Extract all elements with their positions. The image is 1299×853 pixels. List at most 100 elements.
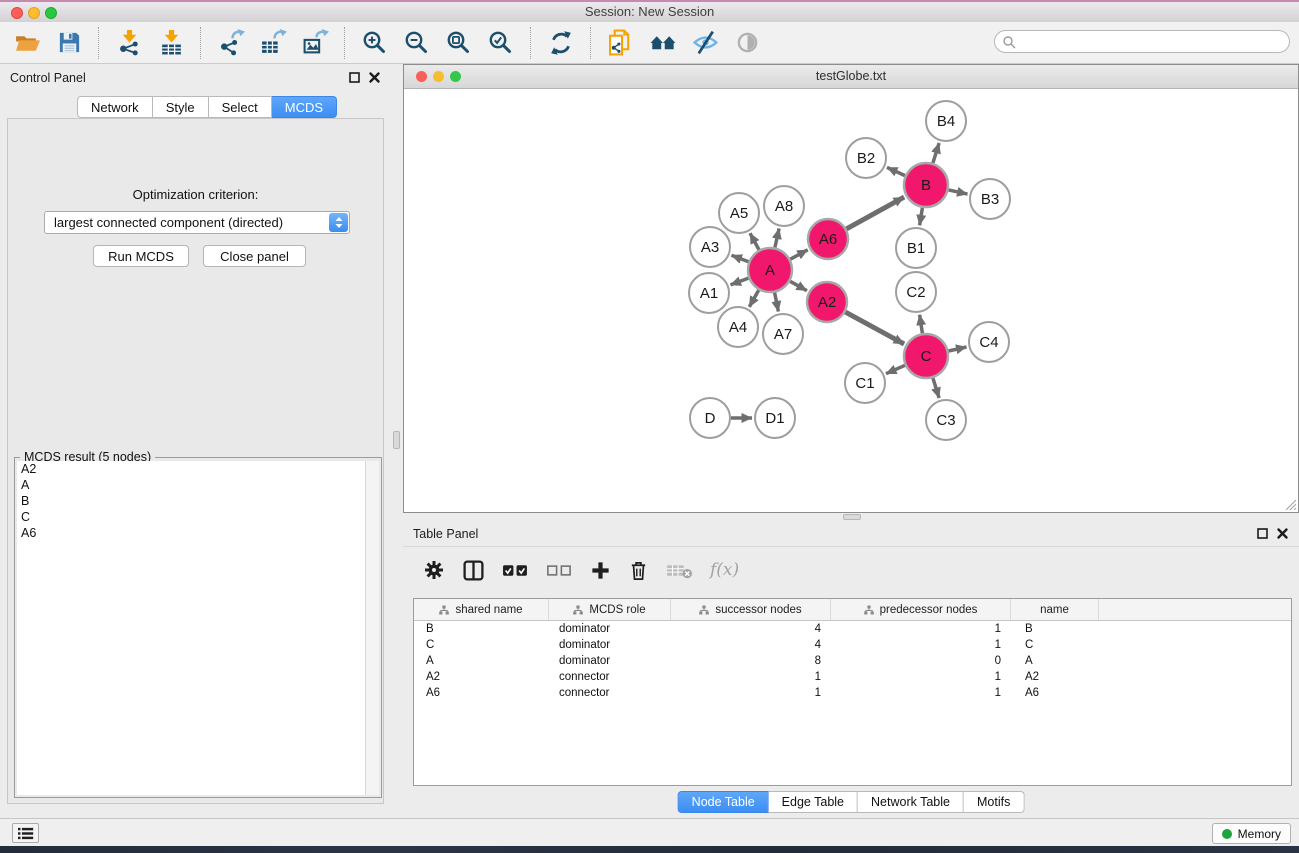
graph-edge[interactable] <box>933 143 939 163</box>
export-network-button[interactable] <box>213 25 249 61</box>
close-panel-action-button[interactable]: Close panel <box>203 245 306 267</box>
houses-icon <box>650 29 677 56</box>
tab-edge-table[interactable]: Edge Table <box>769 791 858 813</box>
zoom-fit-button[interactable] <box>441 25 477 61</box>
save-session-button[interactable] <box>51 25 87 61</box>
graph-edge[interactable] <box>920 208 923 226</box>
open-session-button[interactable] <box>9 25 45 61</box>
graph-edge[interactable] <box>933 378 939 398</box>
export-table-button[interactable] <box>255 25 291 61</box>
memory-button[interactable]: Memory <box>1212 823 1291 844</box>
table-row[interactable]: A6connector11A6 <box>414 685 1291 701</box>
zoom-in-button[interactable] <box>357 25 393 61</box>
home-first-neighbors-button[interactable] <box>645 25 681 61</box>
graph-edge[interactable] <box>846 197 904 229</box>
graph-edge[interactable] <box>845 312 904 344</box>
resize-grip[interactable] <box>1283 497 1297 511</box>
control-panel-title: Control Panel <box>10 71 86 85</box>
tab-select[interactable]: Select <box>209 96 272 118</box>
table-float-button[interactable] <box>1256 527 1269 540</box>
graph-edge[interactable] <box>949 190 968 194</box>
tab-motifs[interactable]: Motifs <box>964 791 1024 813</box>
table-row[interactable]: A2connector11A2 <box>414 669 1291 685</box>
column-header-name[interactable]: name <box>1011 599 1099 620</box>
zoom-selected-button[interactable] <box>483 25 519 61</box>
table-tabs: Node TableEdge TableNetwork TableMotifs <box>678 791 1025 813</box>
table-body: Bdominator41BCdominator41CAdominator80AA… <box>414 621 1291 701</box>
graph-edge[interactable] <box>790 281 807 290</box>
zoom-out-button[interactable] <box>399 25 435 61</box>
graph-edge[interactable] <box>749 290 758 307</box>
tab-style[interactable]: Style <box>153 96 209 118</box>
show-all-button[interactable] <box>729 25 765 61</box>
float-icon <box>1256 527 1269 540</box>
graph-node-label: A5 <box>730 205 748 222</box>
table-row[interactable]: Bdominator41B <box>414 621 1291 637</box>
criterion-value: largest connected component (directed) <box>54 215 283 230</box>
select-all-columns-button[interactable] <box>502 562 529 579</box>
float-panel-button[interactable] <box>348 71 361 84</box>
search-field[interactable] <box>994 30 1290 53</box>
graph-edge[interactable] <box>949 347 967 351</box>
graph-edge[interactable] <box>732 255 749 262</box>
close-panel-button[interactable] <box>368 71 381 84</box>
criterion-select[interactable]: largest connected component (directed) <box>44 211 350 234</box>
column-header-successor-nodes[interactable]: successor nodes <box>671 599 831 620</box>
delete-column-button[interactable] <box>628 560 649 581</box>
tab-mcds[interactable]: MCDS <box>272 96 337 118</box>
create-column-button[interactable] <box>590 560 611 581</box>
import-network-button[interactable] <box>111 25 147 61</box>
hide-selected-button[interactable] <box>687 25 723 61</box>
graph-edge[interactable] <box>750 233 759 250</box>
tab-network-table[interactable]: Network Table <box>858 791 964 813</box>
graph-edge[interactable] <box>887 167 905 175</box>
control-panel-tabs: NetworkStyleSelectMCDS <box>77 96 337 118</box>
export-network-icon <box>218 29 245 56</box>
column-header-shared-name[interactable]: shared name <box>414 599 549 620</box>
result-item[interactable]: A6 <box>17 525 366 541</box>
list-icon <box>17 826 34 841</box>
optimization-criterion-label: Optimization criterion: <box>8 187 383 202</box>
show-column-panel-button[interactable] <box>462 559 485 582</box>
result-item[interactable]: A <box>17 477 366 493</box>
plus-icon <box>590 560 611 581</box>
graph-edge[interactable] <box>775 293 779 312</box>
network-canvas[interactable]: B4B2BB3A8A5A6B1A3AA1C2A2A4A7C4CC1C3DD1 <box>404 88 1298 512</box>
import-table-icon <box>158 29 185 56</box>
task-history-button[interactable] <box>12 823 39 843</box>
graph-edge[interactable] <box>886 365 905 373</box>
graph-edge[interactable] <box>731 278 749 285</box>
export-image-button[interactable] <box>297 25 333 61</box>
status-bar: Memory <box>0 818 1299 846</box>
table-row[interactable]: Cdominator41C <box>414 637 1291 653</box>
result-item[interactable]: A2 <box>17 461 366 477</box>
graph-edge[interactable] <box>920 315 923 334</box>
table-cell: 0 <box>831 655 1011 667</box>
tab-network[interactable]: Network <box>77 96 153 118</box>
table-settings-button[interactable] <box>423 559 445 581</box>
vertical-splitter-grip[interactable] <box>393 431 400 449</box>
import-table-button[interactable] <box>153 25 189 61</box>
result-item[interactable]: C <box>17 509 366 525</box>
copy-network-view-button[interactable] <box>603 25 639 61</box>
network-window-title: testGlobe.txt <box>404 69 1298 83</box>
run-mcds-button[interactable]: Run MCDS <box>93 245 189 267</box>
search-input[interactable] <box>1020 33 1289 51</box>
column-header-predecessor-nodes[interactable]: predecessor nodes <box>831 599 1011 620</box>
table-close-button[interactable] <box>1276 527 1289 540</box>
table-cell: C <box>414 639 549 651</box>
column-label: name <box>1040 604 1069 616</box>
chevron-updown-icon <box>334 215 344 230</box>
table-cell: connector <box>549 671 671 683</box>
graph-node-label: B3 <box>981 191 999 208</box>
result-list-scrollbar[interactable] <box>365 461 379 795</box>
graph-edge[interactable] <box>775 229 779 248</box>
table-row[interactable]: Adominator80A <box>414 653 1291 669</box>
tab-node-table[interactable]: Node Table <box>678 791 769 813</box>
graph-node-label: A4 <box>729 319 747 336</box>
graph-edge[interactable] <box>790 250 807 259</box>
column-header-MCDS-role[interactable]: MCDS role <box>549 599 671 620</box>
result-item[interactable]: B <box>17 493 366 509</box>
unselect-all-columns-button[interactable] <box>546 562 573 579</box>
refresh-button[interactable] <box>543 25 579 61</box>
